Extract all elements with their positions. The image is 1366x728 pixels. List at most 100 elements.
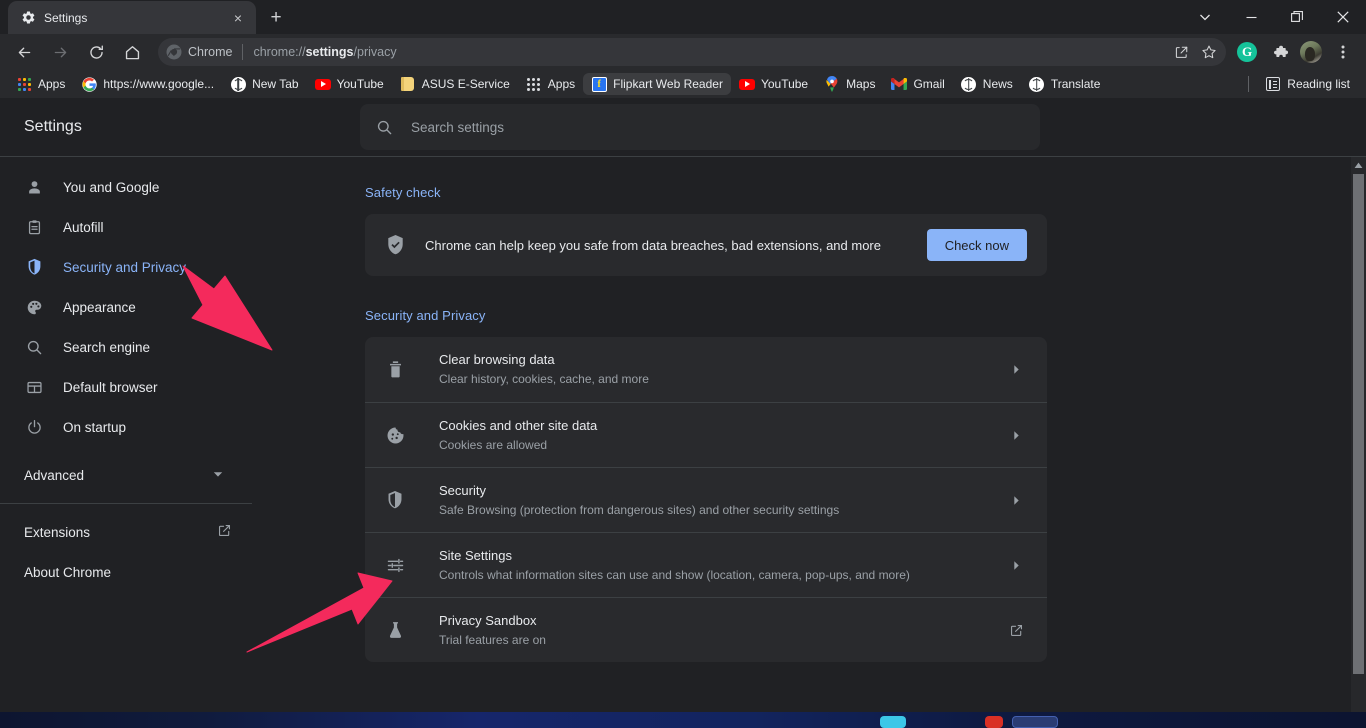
sidebar-item-default-browser[interactable]: Default browser — [0, 367, 252, 407]
bookmark-maps[interactable]: Maps — [816, 73, 883, 95]
search-icon — [376, 119, 393, 136]
reload-button[interactable] — [81, 37, 111, 67]
bookmark-news[interactable]: News — [953, 73, 1021, 95]
new-tab-button[interactable]: + — [262, 3, 290, 31]
chevron-right-icon[interactable] — [1003, 560, 1029, 571]
palette-icon — [24, 297, 44, 317]
table-row[interactable]: Site Settings Controls what information … — [365, 532, 1047, 597]
close-icon[interactable]: × — [228, 8, 248, 28]
safety-check-row: Chrome can help keep you safe from data … — [365, 214, 1047, 276]
row-subtitle: Trial features are on — [439, 632, 546, 647]
table-row[interactable]: Clear browsing data Clear history, cooki… — [365, 337, 1047, 402]
check-now-button[interactable]: Check now — [926, 229, 1027, 261]
bookmark-translate[interactable]: Translate — [1021, 73, 1109, 95]
sidebar-item-label: Autofill — [63, 219, 104, 235]
sidebar-item-on-startup[interactable]: On startup — [0, 407, 252, 447]
grammarly-extension-icon[interactable]: G — [1232, 37, 1262, 67]
bookmark-apps-2[interactable]: Apps — [518, 73, 583, 95]
gmail-icon — [891, 76, 908, 92]
sidebar-item-appearance[interactable]: Appearance — [0, 287, 252, 327]
table-row[interactable]: Cookies and other site data Cookies are … — [365, 402, 1047, 467]
scrollbar-thumb[interactable] — [1353, 174, 1364, 674]
shield-icon — [24, 257, 44, 277]
tab-strip: Settings × + — [0, 0, 1366, 34]
bookmark-gmail[interactable]: Gmail — [883, 73, 952, 95]
bookmark-label: Flipkart Web Reader — [613, 77, 723, 91]
omnibox-actions — [1168, 38, 1222, 66]
sidebar-item-autofill[interactable]: Autofill — [0, 207, 252, 247]
chevron-right-icon[interactable] — [1003, 495, 1029, 506]
window-controls — [1182, 0, 1366, 34]
page-scrollbar[interactable] — [1351, 157, 1366, 728]
sidebar-item-extensions[interactable]: Extensions — [0, 512, 252, 552]
chevron-right-icon[interactable] — [1003, 364, 1029, 375]
scroll-up-arrow-icon[interactable] — [1351, 157, 1366, 174]
globe-icon — [230, 76, 246, 92]
taskbar-item-3[interactable] — [1012, 716, 1058, 728]
flipkart-icon: f — [591, 76, 607, 92]
chrome-menu-icon[interactable] — [1328, 37, 1358, 67]
bookmark-new-tab[interactable]: New Tab — [222, 73, 306, 95]
bookmark-star-icon[interactable] — [1196, 39, 1222, 65]
share-icon[interactable] — [1168, 39, 1194, 65]
address-bar[interactable]: Chrome chrome://settings/privacy — [158, 38, 1226, 66]
profile-avatar[interactable] — [1296, 37, 1326, 67]
globe-icon — [1029, 76, 1045, 92]
row-title: Cookies and other site data — [439, 417, 598, 433]
browser-window: Settings × + Chrome chrome://settings/pr… — [0, 0, 1366, 728]
back-button[interactable] — [9, 37, 39, 67]
google-g-icon — [81, 76, 97, 92]
bookmark-asus-e-service[interactable]: ASUS E-Service — [392, 73, 518, 95]
apps-grid-color-icon — [16, 76, 32, 92]
globe-icon — [961, 76, 977, 92]
bookmark-apps[interactable]: Apps — [8, 73, 73, 95]
bookmark-label: Apps — [547, 77, 576, 91]
bookmark-flipkart-web-reader[interactable]: f Flipkart Web Reader — [583, 73, 731, 95]
bookmark-label: New Tab — [252, 77, 299, 91]
safety-check-message: Chrome can help keep you safe from data … — [425, 237, 881, 253]
bookmark-google[interactable]: https://www.google... — [73, 73, 222, 95]
row-subtitle: Cookies are allowed — [439, 437, 548, 452]
sidebar-item-label: Extensions — [24, 524, 91, 540]
bookmark-label: YouTube — [336, 77, 384, 91]
shield-check-icon — [383, 234, 407, 256]
table-row[interactable]: Security Safe Browsing (protection from … — [365, 467, 1047, 532]
minimize-button[interactable] — [1228, 0, 1274, 34]
bookmark-label: Apps — [38, 77, 66, 91]
sidebar-item-label: About Chrome — [24, 564, 112, 580]
sidebar-item-about-chrome[interactable]: About Chrome — [0, 552, 252, 592]
trash-icon — [383, 360, 407, 379]
search-settings-input[interactable]: Search settings — [360, 104, 1040, 150]
sidebar-item-you-and-google[interactable]: You and Google — [0, 167, 252, 207]
sidebar-item-security-and-privacy[interactable]: Security and Privacy — [0, 247, 252, 287]
bookmarks-bar: Apps https://www.google... New Tab YouTu… — [0, 70, 1366, 98]
row-body: Site Settings Controls what information … — [407, 546, 1003, 585]
forward-button[interactable] — [45, 37, 75, 67]
home-button[interactable] — [117, 37, 147, 67]
extensions-puzzle-icon[interactable] — [1264, 37, 1294, 67]
reading-list-button[interactable]: Reading list — [1257, 73, 1358, 95]
url-suffix: /privacy — [353, 45, 397, 59]
external-link-icon[interactable] — [1003, 623, 1029, 638]
maximize-restore-button[interactable] — [1274, 0, 1320, 34]
row-body: Security Safe Browsing (protection from … — [407, 481, 1003, 520]
person-icon — [24, 177, 44, 197]
tab-search-button[interactable] — [1182, 0, 1228, 34]
bookmark-youtube-1[interactable]: YouTube — [307, 73, 392, 95]
browser-toolbar: Chrome chrome://settings/privacy G — [0, 34, 1366, 70]
bookmark-youtube-2[interactable]: YouTube — [731, 73, 816, 95]
avatar — [1300, 41, 1322, 63]
sidebar-item-advanced[interactable]: Advanced — [0, 455, 252, 495]
chevron-right-icon[interactable] — [1003, 430, 1029, 441]
reading-list-icon — [1265, 76, 1281, 92]
tab-settings[interactable]: Settings × — [8, 1, 256, 34]
bookmark-label: Gmail — [913, 77, 945, 91]
taskbar-item-1[interactable] — [880, 716, 906, 728]
safety-check-card: Chrome can help keep you safe from data … — [365, 214, 1047, 276]
toolbar-actions: G — [1232, 37, 1360, 67]
taskbar-item-2[interactable] — [985, 716, 1003, 728]
gear-icon — [20, 10, 36, 26]
close-window-button[interactable] — [1320, 0, 1366, 34]
sidebar-item-search-engine[interactable]: Search engine — [0, 327, 252, 367]
table-row[interactable]: Privacy Sandbox Trial features are on — [365, 597, 1047, 662]
